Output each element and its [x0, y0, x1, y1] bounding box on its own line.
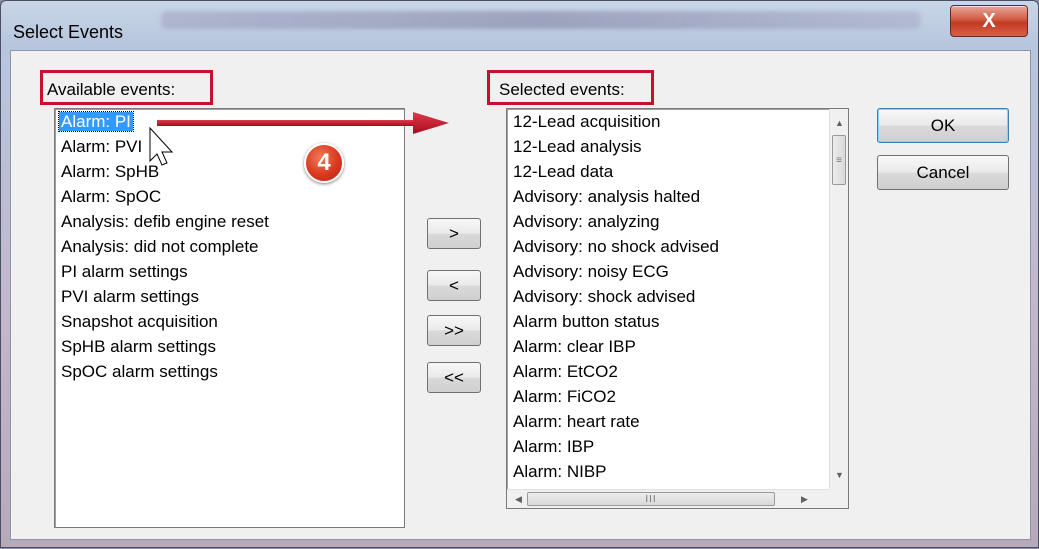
- select-events-dialog: Select Events X Available events: Alarm:…: [0, 0, 1039, 548]
- step-number-badge: 4: [304, 143, 344, 183]
- annotation-overlay: [149, 112, 449, 166]
- mouse-cursor-icon: [149, 126, 174, 166]
- tutorial-arrow-icon: [157, 112, 449, 134]
